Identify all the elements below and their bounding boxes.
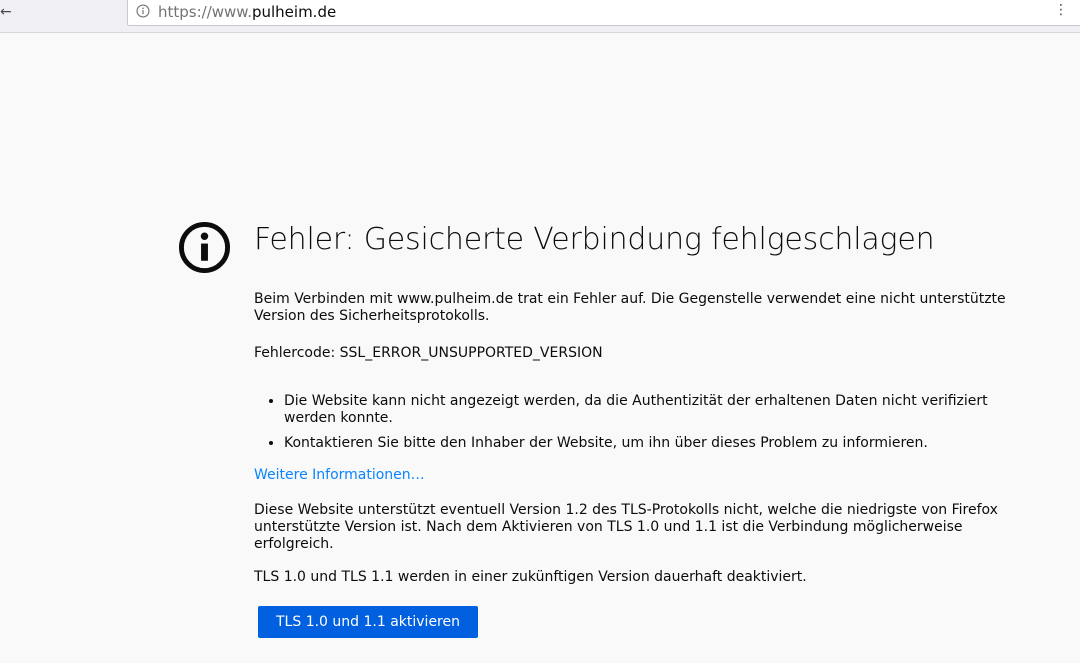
url-scheme: https://www. xyxy=(158,3,252,21)
error-code: Fehlercode: SSL_ERROR_UNSUPPORTED_VERSIO… xyxy=(254,345,603,361)
more-info-link[interactable]: Weitere Informationen… xyxy=(254,467,425,484)
enable-tls-button[interactable]: TLS 1.0 und 1.1 aktivieren xyxy=(258,606,478,638)
url-host: pulheim.de xyxy=(251,3,337,21)
page-title: Fehler: Gesicherte Verbindung fehlgeschl… xyxy=(254,222,935,257)
page-actions-menu-icon[interactable]: ⋮ xyxy=(1054,1,1068,19)
url-text[interactable]: https://www.pulheim.de xyxy=(158,3,336,21)
error-intro: Beim Verbinden mit www.pulheim.de trat e… xyxy=(254,291,1006,324)
info-circle-icon xyxy=(178,221,231,274)
error-content: Fehler: Gesicherte Verbindung fehlgeschl… xyxy=(254,220,1024,638)
tls-deprecation-note: TLS 1.0 und TLS 1.1 werden in einer zukü… xyxy=(254,569,807,585)
list-item: Die Website kann nicht angezeigt werden,… xyxy=(284,393,1024,427)
back-arrow-icon[interactable]: ← xyxy=(0,2,12,22)
url-bar[interactable]: https://www.pulheim.de ⋮ xyxy=(127,0,1080,26)
error-details-list: Die Website kann nicht angezeigt werden,… xyxy=(254,393,1024,452)
tls-note: Diese Website unterstützt eventuell Vers… xyxy=(254,502,998,552)
info-circle-icon[interactable] xyxy=(136,4,150,18)
list-item: Kontaktieren Sie bitte den Inhaber der W… xyxy=(284,435,1024,452)
browser-toolbar: ← https://www.pulheim.de ⋮ xyxy=(0,0,1080,33)
